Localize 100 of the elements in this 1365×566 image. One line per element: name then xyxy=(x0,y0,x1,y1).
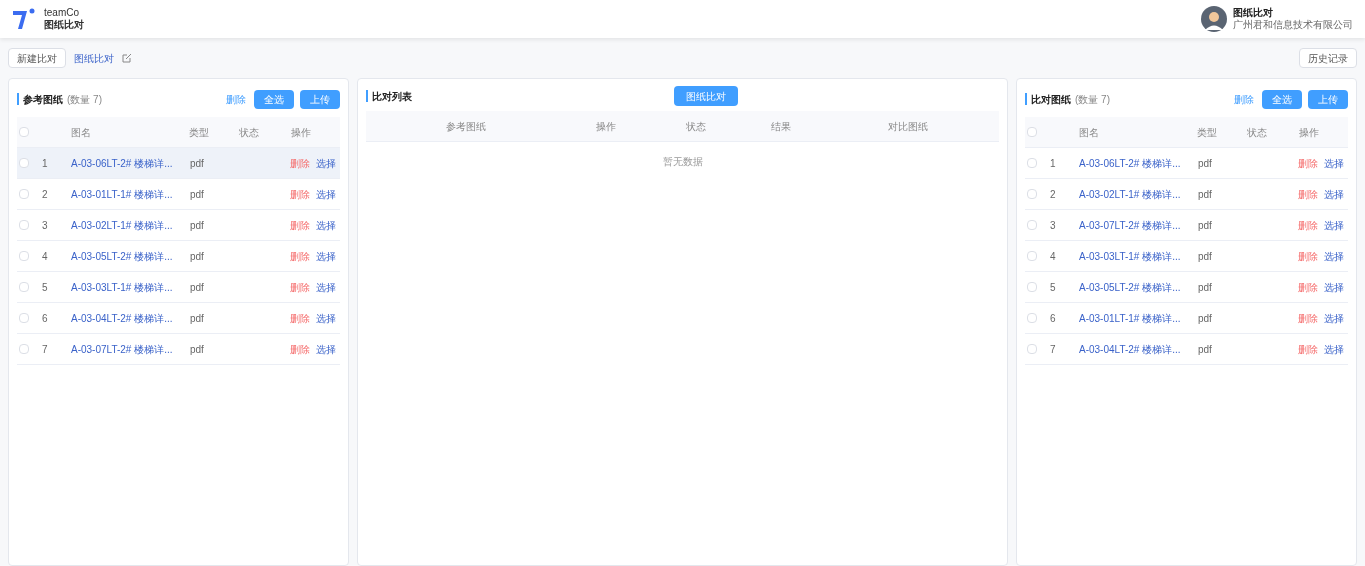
delete-link[interactable]: 删除 xyxy=(290,279,310,295)
row-checkbox[interactable] xyxy=(19,251,29,261)
delete-link[interactable]: 删除 xyxy=(290,186,310,202)
file-name-link[interactable]: A-03-04LT-2# 楼梯详... xyxy=(71,310,189,326)
select-link[interactable]: 选择 xyxy=(316,186,336,202)
file-count: (数量 7) xyxy=(1075,92,1110,107)
file-name-link[interactable]: A-03-01LT-1# 楼梯详... xyxy=(71,186,189,202)
file-name-link[interactable]: A-03-07LT-2# 楼梯详... xyxy=(1079,217,1197,233)
row-checkbox[interactable] xyxy=(19,189,29,199)
delete-link[interactable]: 删除 xyxy=(1298,279,1318,295)
row-checkbox[interactable] xyxy=(19,313,29,323)
select-link[interactable]: 选择 xyxy=(1324,248,1344,264)
select-link[interactable]: 选择 xyxy=(1324,186,1344,202)
company-name: 广州君和信息技术有限公司 xyxy=(1233,19,1353,31)
file-name-link[interactable]: A-03-06LT-2# 楼梯详... xyxy=(71,155,189,171)
row-checkbox[interactable] xyxy=(19,220,29,230)
file-name-link[interactable]: A-03-06LT-2# 楼梯详... xyxy=(1079,155,1197,171)
column-header: 图名 xyxy=(1079,125,1100,140)
delete-link[interactable]: 删除 xyxy=(290,341,310,357)
row-checkbox[interactable] xyxy=(19,158,29,168)
row-number: 6 xyxy=(42,311,49,326)
row-number: 4 xyxy=(42,249,49,264)
logo-icon xyxy=(12,7,36,31)
select-link[interactable]: 选择 xyxy=(316,341,336,357)
select-link[interactable]: 选择 xyxy=(316,310,336,326)
edit-icon[interactable] xyxy=(122,53,132,63)
column-header: 图名 xyxy=(71,125,92,140)
file-name-link[interactable]: A-03-02LT-1# 楼梯详... xyxy=(1079,186,1197,202)
file-name-link[interactable]: A-03-03LT-1# 楼梯详... xyxy=(71,279,189,295)
column-header: 操作 xyxy=(291,125,311,140)
new-compare-button[interactable]: 新建比对 xyxy=(8,48,66,68)
app-name: 图纸比对 xyxy=(44,19,84,31)
avatar-icon xyxy=(1201,6,1227,32)
select-link[interactable]: 选择 xyxy=(316,217,336,233)
table-row[interactable]: 1 A-03-06LT-2# 楼梯详... pdf 删除 选择 xyxy=(17,148,340,179)
row-number: 5 xyxy=(1050,280,1057,295)
delete-link[interactable]: 删除 xyxy=(290,217,310,233)
delete-link[interactable]: 删除 xyxy=(1298,186,1318,202)
column-header: 类型 xyxy=(189,125,210,140)
row-checkbox[interactable] xyxy=(19,282,29,292)
row-number: 7 xyxy=(1050,342,1057,357)
column-header: 操作 xyxy=(1299,125,1319,140)
row-number: 5 xyxy=(42,280,49,295)
file-name-link[interactable]: A-03-03LT-1# 楼梯详... xyxy=(1079,248,1197,264)
select-link[interactable]: 选择 xyxy=(1324,217,1344,233)
file-name-link[interactable]: A-03-02LT-1# 楼梯详... xyxy=(71,217,189,233)
file-name-link[interactable]: A-03-07LT-2# 楼梯详... xyxy=(71,341,189,357)
column-header: 对比图纸 xyxy=(887,119,928,134)
delete-link[interactable]: 删除 xyxy=(1298,248,1318,264)
file-type: pdf xyxy=(190,156,205,171)
select-link[interactable]: 选择 xyxy=(1324,341,1344,357)
file-type: pdf xyxy=(190,311,205,326)
delete-link[interactable]: 删除 xyxy=(1298,217,1318,233)
row-number: 4 xyxy=(1050,249,1057,264)
delete-link[interactable]: 删除 xyxy=(1298,155,1318,171)
select-link[interactable]: 选择 xyxy=(316,248,336,264)
row-checkbox[interactable] xyxy=(1027,251,1037,261)
row-checkbox[interactable] xyxy=(1027,158,1037,168)
select-link[interactable]: 选择 xyxy=(1324,310,1344,326)
select-link[interactable]: 选择 xyxy=(316,279,336,295)
delete-link[interactable]: 删除 xyxy=(290,310,310,326)
brand-name: teamCo xyxy=(44,7,80,19)
file-name-link[interactable]: A-03-01LT-1# 楼梯详... xyxy=(1079,310,1197,326)
file-name-link[interactable]: A-03-05LT-2# 楼梯详... xyxy=(1079,279,1197,295)
file-type: pdf xyxy=(190,342,205,357)
delete-link[interactable]: 删除 xyxy=(1298,310,1318,326)
history-button[interactable]: 历史记录 xyxy=(1299,48,1357,68)
file-type: pdf xyxy=(190,249,205,264)
select-link[interactable]: 选择 xyxy=(1324,279,1344,295)
column-header: 类型 xyxy=(1197,125,1218,140)
panel-title: 比对列表 xyxy=(372,89,412,104)
delete-link[interactable]: 删除 xyxy=(290,248,310,264)
row-checkbox[interactable] xyxy=(19,344,29,354)
header-checkbox[interactable] xyxy=(1027,127,1037,137)
file-type: pdf xyxy=(1198,156,1213,171)
file-type: pdf xyxy=(1198,187,1213,202)
select-link[interactable]: 选择 xyxy=(1324,155,1344,171)
file-type: pdf xyxy=(1198,311,1213,326)
file-type: pdf xyxy=(1198,249,1213,264)
file-name-link[interactable]: A-03-05LT-2# 楼梯详... xyxy=(71,248,189,264)
file-type: pdf xyxy=(190,218,205,233)
row-number: 1 xyxy=(1050,156,1057,171)
column-header: 结果 xyxy=(771,119,791,134)
file-type: pdf xyxy=(1198,342,1213,357)
breadcrumb-link[interactable]: 图纸比对 xyxy=(74,50,114,66)
row-checkbox[interactable] xyxy=(1027,189,1037,199)
file-type: pdf xyxy=(190,280,205,295)
user-name: 图纸比对 xyxy=(1233,7,1274,19)
row-checkbox[interactable] xyxy=(1027,313,1037,323)
delete-link[interactable]: 删除 xyxy=(1298,341,1318,357)
column-header: 状态 xyxy=(239,125,260,140)
row-checkbox[interactable] xyxy=(1027,220,1037,230)
file-count: (数量 7) xyxy=(67,92,102,107)
file-name-link[interactable]: A-03-04LT-2# 楼梯详... xyxy=(1079,341,1197,357)
column-header: 状态 xyxy=(686,119,706,134)
row-checkbox[interactable] xyxy=(1027,344,1037,354)
row-checkbox[interactable] xyxy=(1027,282,1037,292)
empty-text: 暂无数据 xyxy=(662,155,703,169)
header-checkbox[interactable] xyxy=(19,127,29,137)
select-link[interactable]: 选择 xyxy=(316,155,336,171)
